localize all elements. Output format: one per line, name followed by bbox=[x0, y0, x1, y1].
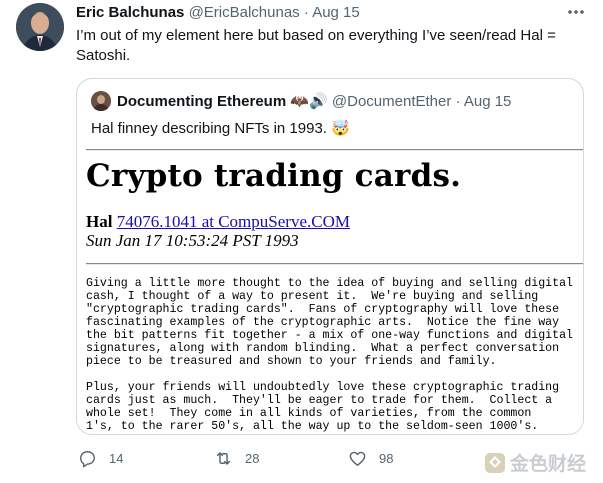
watermark: 金色财经 bbox=[484, 449, 586, 476]
author-name[interactable]: Eric Balchunas bbox=[76, 4, 184, 21]
quoted-author-emoji: 🦇🔊 bbox=[290, 93, 328, 110]
quoted-date[interactable]: Aug 15 bbox=[464, 93, 512, 110]
reply-count: 14 bbox=[109, 450, 124, 466]
like-count: 98 bbox=[379, 450, 394, 466]
document-email-link[interactable]: 74076.1041 at CompuServe.COM bbox=[117, 212, 350, 231]
document-title: Crypto trading cards. bbox=[86, 158, 462, 194]
watermark-text: 金色财经 bbox=[510, 454, 587, 475]
quoted-text: Hal finney describing NFTs in 1993. 🤯 bbox=[91, 120, 350, 137]
quoted-tweet[interactable]: Documenting Ethereum 🦇🔊 @DocumentEther ·… bbox=[76, 78, 584, 435]
top-rule bbox=[86, 149, 583, 151]
document-author: Hal bbox=[86, 212, 113, 231]
author-avatar[interactable] bbox=[16, 3, 64, 51]
retweet-count: 28 bbox=[245, 450, 260, 466]
reply-button[interactable]: 14 bbox=[78, 446, 123, 470]
quoted-author-avatar[interactable] bbox=[91, 91, 111, 111]
document-date: Sun Jan 17 10:53:24 PST 1993 bbox=[86, 231, 299, 250]
author-handle[interactable]: @EricBalchunas bbox=[189, 4, 300, 21]
quoted-author-handle[interactable]: @DocumentEther bbox=[332, 93, 451, 110]
quoted-author-name[interactable]: Documenting Ethereum bbox=[117, 93, 286, 110]
middle-rule bbox=[86, 263, 583, 265]
watermark-logo-icon bbox=[485, 452, 505, 473]
document-body: Giving a little more thought to the idea… bbox=[86, 277, 574, 433]
tweet-text: I’m out of my element here but based on … bbox=[76, 27, 556, 64]
retweet-button[interactable]: 28 bbox=[214, 446, 259, 470]
tweet-header: Eric Balchunas @EricBalchunas · Aug 15 bbox=[76, 4, 360, 21]
quoted-separator: · bbox=[455, 93, 461, 110]
reply-icon bbox=[80, 450, 95, 467]
header-separator: · bbox=[303, 4, 309, 21]
document-author-line: Hal 74076.1041 at CompuServe.COM bbox=[86, 212, 350, 232]
like-button[interactable]: 98 bbox=[348, 446, 393, 470]
tweet-date[interactable]: Aug 15 bbox=[312, 4, 360, 21]
retweet-icon bbox=[216, 451, 231, 465]
quoted-header: Documenting Ethereum 🦇🔊 @DocumentEther ·… bbox=[117, 92, 511, 110]
more-horizontal-icon[interactable] bbox=[566, 4, 586, 20]
quoted-document-image[interactable]: Crypto trading cards. Hal 74076.1041 at … bbox=[77, 149, 583, 434]
heart-icon bbox=[349, 451, 366, 466]
